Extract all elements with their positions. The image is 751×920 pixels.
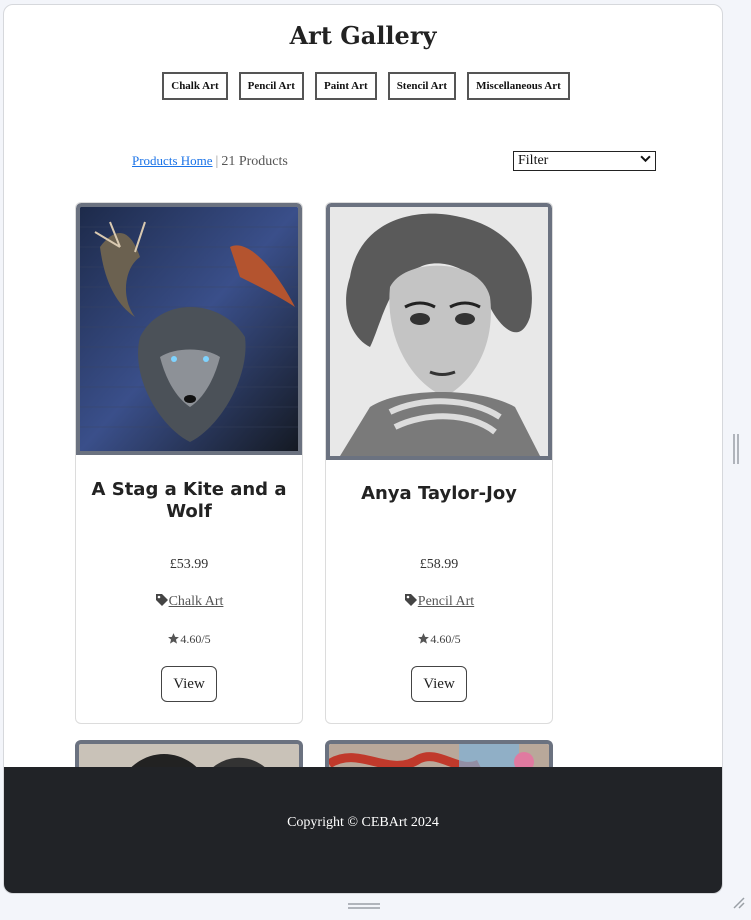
nav-paint-art[interactable]: Paint Art xyxy=(314,72,377,100)
product-price: £58.99 xyxy=(419,557,459,572)
breadcrumb-separator: | xyxy=(215,154,219,169)
product-rating: 4.60/5 xyxy=(326,632,552,649)
nav-stencil-art[interactable]: Stencil Art xyxy=(387,72,457,100)
chevron-down-icon xyxy=(640,153,651,168)
resize-corner-icon[interactable] xyxy=(731,895,745,914)
nav-pencil-art[interactable]: Pencil Art xyxy=(238,72,304,100)
view-button[interactable]: View xyxy=(411,666,467,702)
view-button[interactable]: View xyxy=(161,666,217,702)
category-nav: Chalk Art Pencil Art Paint Art Stencil A… xyxy=(4,72,722,100)
product-image[interactable] xyxy=(76,203,302,455)
breadcrumb: Products Home | 21 Products xyxy=(132,153,288,170)
rating-value: 4.60/5 xyxy=(180,632,211,646)
products-home-link[interactable]: Products Home xyxy=(132,153,213,168)
product-rating: 4.60/5 xyxy=(76,632,302,649)
product-card: Anya Taylor-Joy £58.99 Pencil Art 4.60/5… xyxy=(325,202,553,724)
product-price: £53.99 xyxy=(169,557,209,572)
product-category: Chalk Art xyxy=(76,593,302,612)
tag-icon xyxy=(155,593,169,612)
product-title: Anya Taylor-Joy xyxy=(361,483,517,504)
tag-icon xyxy=(404,593,418,612)
rating-value: 4.60/5 xyxy=(430,632,461,646)
product-title: A Stag a Kite and a Wolf xyxy=(91,479,287,522)
product-count: 21 Products xyxy=(221,154,288,169)
nav-chalk-art[interactable]: Chalk Art xyxy=(162,72,228,100)
product-card: A Stag a Kite and a Wolf £53.99 Chalk Ar… xyxy=(75,202,303,724)
category-link[interactable]: Chalk Art xyxy=(169,594,224,609)
browser-viewport: Art Gallery Chalk Art Pencil Art Paint A… xyxy=(3,4,723,894)
category-link[interactable]: Pencil Art xyxy=(418,594,474,609)
vertical-resize-handle[interactable] xyxy=(733,434,739,464)
product-category: Pencil Art xyxy=(326,593,552,612)
star-icon xyxy=(167,632,180,649)
filter-select[interactable]: Filter xyxy=(513,151,656,171)
page-title: Art Gallery xyxy=(289,21,437,50)
horizontal-resize-handle[interactable] xyxy=(348,903,380,909)
footer: Copyright © CEBArt 2024 xyxy=(4,767,722,893)
copyright-text: Copyright © CEBArt 2024 xyxy=(287,815,439,830)
filter-selected-value: Filter xyxy=(518,153,549,168)
nav-miscellaneous-art[interactable]: Miscellaneous Art xyxy=(467,72,570,100)
star-icon xyxy=(417,632,430,649)
product-image[interactable] xyxy=(326,203,552,460)
